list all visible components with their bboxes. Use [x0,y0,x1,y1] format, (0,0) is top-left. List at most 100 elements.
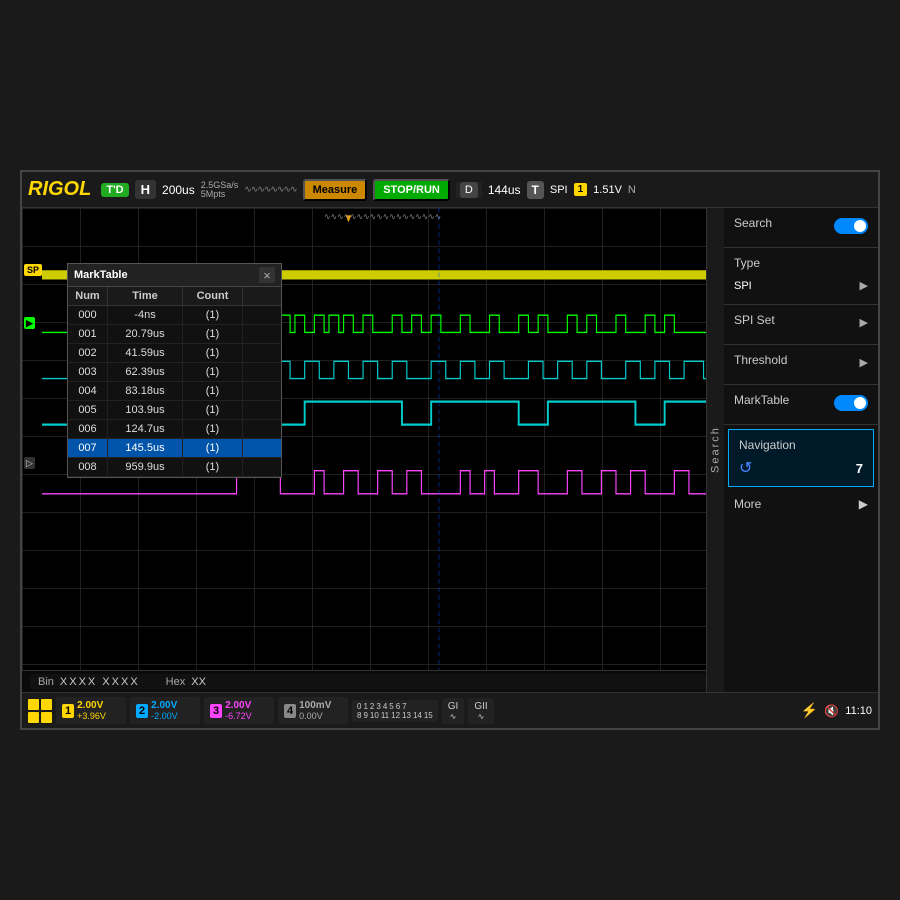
ch4-voltage: 100mV [299,700,331,711]
grid-cell-4 [41,712,52,723]
mark-cell-time: 83.18us [108,382,183,400]
threshold-section[interactable]: Threshold ▶ [724,345,878,385]
gi-label: GI [448,701,459,712]
navigation-number: 7 [856,461,863,476]
gii-wave: ∿ [478,712,485,721]
mark-table-row[interactable]: 005 103.9us (1) [68,401,281,420]
nav-indicator-left: ▷ [24,453,35,471]
ch1-number: 1 [62,704,74,718]
mark-cell-time: 62.39us [108,363,183,381]
marktable-row: MarkTable [734,393,868,412]
l-channel-indicator[interactable]: 01 23 45 67 89 1011 1213 1415 [352,700,438,722]
grid-menu-icon[interactable] [28,699,52,723]
ch2-number: 2 [136,704,148,718]
side-panel-search-label: Search [706,208,724,692]
gii-indicator[interactable]: GII ∿ [468,698,493,724]
usb-icon: ⚡ [801,702,818,719]
mark-table-header: MarkTable × [68,264,281,287]
navigation-icon[interactable]: ↺ [739,458,752,478]
gi-indicator[interactable]: GI ∿ [442,698,465,724]
mark-cell-count: (1) [183,306,243,324]
main-area: SP ▶ ▷ ▷ ▼ ∿∿∿∿∿∿∿∿∿∿∿∿∿∿∿∿∿∿ [22,208,878,692]
ch2-voltage: 2.00V [151,700,178,711]
mark-table-row[interactable]: 001 20.79us (1) [68,325,281,344]
ch3-number: 3 [210,704,222,718]
trigger-label: T [527,181,544,199]
mark-table-body: 000 -4ns (1) 001 20.79us (1) 002 41.59us… [68,306,281,477]
search-row: Search [734,216,868,235]
navigation-section: Navigation ↺ 7 [728,429,874,487]
marktable-section: MarkTable [724,385,878,425]
stop-run-button[interactable]: STOP/RUN [373,179,450,201]
mark-cell-count: (1) [183,344,243,362]
spi-set-label: SPI Set [734,313,775,327]
col-time: Time [108,287,183,305]
measure-button[interactable]: Measure [303,179,368,201]
spi-set-arrow: ▶ [860,316,868,329]
bin-label: Bin [38,676,54,688]
hex-value: XX [191,676,206,688]
ch4-number: 4 [284,704,296,718]
footer: 1 2.00V +3.96V 2 2.00V -2.00V 3 2.00V -6… [22,692,878,728]
trigger-mode-badge: T'D [101,183,128,197]
l-top-row: 01 23 45 67 [357,702,433,711]
trigger-type: SPI [550,184,568,196]
gii-label: GII [474,701,487,712]
type-value-row[interactable]: SPI ▶ [734,279,868,292]
sample-rate: 2.5GSa/s 5Mpts [201,181,239,199]
grid-cell-3 [28,712,39,723]
mark-cell-count: (1) [183,420,243,438]
spi-set-section[interactable]: SPI Set ▶ [724,305,878,345]
mark-cell-num: 001 [68,325,108,343]
grid-cell-2 [41,699,52,710]
ch1-voltage: 2.00V [77,700,106,711]
mark-cell-time: -4ns [108,306,183,324]
mark-cell-count: (1) [183,363,243,381]
mark-cell-num: 004 [68,382,108,400]
ch2-details: 2.00V -2.00V [151,700,178,721]
mark-cell-count: (1) [183,439,243,457]
marktable-label: MarkTable [734,393,789,407]
ch4-indicator[interactable]: 4 100mV 0.00V [278,697,348,724]
more-button[interactable]: More ▶ [724,491,878,517]
delay-value: 144us [488,183,521,197]
mark-cell-time: 124.7us [108,420,183,438]
mark-table-row[interactable]: 008 959.9us (1) [68,458,281,477]
mark-table: MarkTable × Num Time Count 000 -4ns (1) … [67,263,282,478]
mark-cell-num: 007 [68,439,108,457]
h-label: H [135,180,156,199]
type-value: SPI [734,280,752,292]
hex-label: Hex [166,676,186,688]
mark-table-row[interactable]: 002 41.59us (1) [68,344,281,363]
ch1-indicator-left: SP [24,260,42,278]
l-bottom-row: 89 1011 1213 1415 [357,711,433,720]
mark-table-row[interactable]: 003 62.39us (1) [68,363,281,382]
ch4-offset: 0.00V [299,711,331,721]
ch1-offset: +3.96V [77,711,106,721]
ch3-details: 2.00V -6.72V [225,700,252,721]
mark-table-row[interactable]: 000 -4ns (1) [68,306,281,325]
bin-section: Bin XXXX XXXX Hex XX [30,674,715,690]
mark-table-row[interactable]: 007 145.5us (1) [68,439,281,458]
mark-table-close-button[interactable]: × [259,267,275,283]
ch2-indicator[interactable]: 2 2.00V -2.00V [130,697,200,724]
time-display: 11:10 [845,705,872,717]
threshold-label: Threshold [734,353,787,367]
mark-cell-time: 959.9us [108,458,183,476]
mark-table-columns: Num Time Count [68,287,281,306]
marktable-toggle[interactable] [834,395,868,411]
ch3-indicator[interactable]: 3 2.00V -6.72V [204,697,274,724]
threshold-arrow: ▶ [860,356,868,369]
ch1-indicator[interactable]: 1 2.00V +3.96V [56,697,126,724]
spi-set-row: SPI Set ▶ [734,313,868,332]
mark-table-title: MarkTable [74,269,128,281]
search-toggle[interactable] [834,218,868,234]
voltage-badge: 1 [574,183,588,196]
mark-table-row[interactable]: 004 83.18us (1) [68,382,281,401]
mark-cell-num: 000 [68,306,108,324]
ch2-offset: -2.00V [151,711,178,721]
oscilloscope-screen: RIGOL T'D H 200us 2.5GSa/s 5Mpts ∿∿∿∿∿∿∿… [20,170,880,730]
brand-logo: RIGOL [28,178,91,201]
top-bar: RIGOL T'D H 200us 2.5GSa/s 5Mpts ∿∿∿∿∿∿∿… [22,172,878,208]
mark-table-row[interactable]: 006 124.7us (1) [68,420,281,439]
